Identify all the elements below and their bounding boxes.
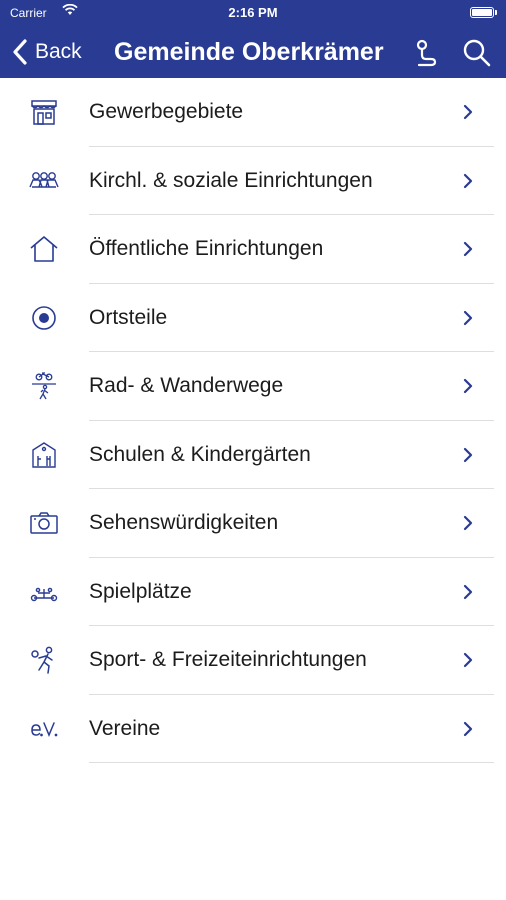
shop-icon: [31, 100, 57, 125]
list-item-sport-freizeiteinrichtungen[interactable]: Sport- & Freizeiteinrichtungen: [0, 626, 506, 695]
chevron-right-icon: [463, 447, 473, 462]
list-item-label: Gewerbegebiete: [89, 100, 244, 123]
battery-icon: [470, 7, 497, 18]
list-item-sehenswuerdigkeiten[interactable]: Sehenswürdigkeiten: [0, 489, 506, 558]
back-label: Back: [35, 40, 82, 63]
ev-icon: [31, 721, 58, 737]
bike-hiker-icon: [32, 372, 56, 400]
chevron-right-icon: [463, 378, 473, 394]
chevron-right-icon: [463, 241, 473, 257]
chevron-right-icon: [463, 721, 473, 736]
target-dot-icon: [32, 305, 56, 330]
list-item-vereine[interactable]: Vereine: [0, 695, 506, 763]
separator: [89, 762, 494, 763]
sports-icon: [31, 646, 53, 674]
chevron-right-icon: [463, 584, 473, 599]
route-button[interactable]: [409, 36, 443, 70]
list-item-ortsteile[interactable]: Ortsteile: [0, 284, 506, 352]
people-group-icon: [29, 171, 59, 188]
list-item-label: Kirchl. & soziale Einrichtungen: [89, 168, 373, 192]
playground-icon: [30, 587, 58, 601]
back-button[interactable]: Back: [10, 37, 82, 67]
chevron-right-icon: [463, 515, 473, 531]
chevron-right-icon: [463, 652, 473, 668]
route-icon: [416, 39, 437, 67]
clock: 2:16 PM: [228, 5, 278, 20]
list-item-kirchliche-soziale-einrichtungen[interactable]: Kirchl. & soziale Einrichtungen: [0, 147, 506, 215]
list-item-label: Öffentliche Einrichtungen: [89, 237, 324, 260]
chevron-left-icon: [13, 39, 27, 65]
page-title: Gemeinde Oberkrämer: [114, 38, 384, 66]
list-item-label: Ortsteile: [89, 305, 168, 329]
list-item-oeffentliche-einrichtungen[interactable]: Öffentliche Einrichtungen: [0, 215, 506, 284]
list-item-label: Sport- & Freizeiteinrichtungen: [89, 648, 367, 671]
chevron-right-icon: [463, 104, 473, 120]
camera-icon: [30, 512, 58, 534]
list-item-label: Sehenswürdigkeiten: [89, 511, 279, 534]
search-icon: [463, 39, 491, 67]
house-icon: [30, 236, 58, 262]
search-button[interactable]: [460, 36, 494, 70]
list-item-rad-wanderwege[interactable]: Rad- & Wanderwege: [0, 352, 506, 421]
navigation-bar: Back Gemeinde Oberkrämer: [0, 26, 506, 78]
list-item-label: Schulen & Kindergärten: [89, 442, 311, 466]
chevron-right-icon: [463, 173, 473, 188]
list-item-label: Rad- & Wanderwege: [89, 374, 284, 397]
list-item-gewerbegebiete[interactable]: Gewerbegebiete: [0, 78, 506, 147]
list-item-label: Vereine: [89, 716, 161, 740]
list-item-label: Spielplätze: [89, 579, 192, 603]
header: Carrier 2:16 PM Back Gemeinde Oberkrämer: [0, 0, 506, 78]
school-icon: [32, 441, 56, 468]
category-list: Gewerbegebiete Kirchl. & soziale Einrich…: [0, 78, 506, 763]
status-bar: Carrier 2:16 PM: [0, 0, 506, 26]
list-item-spielplaetze[interactable]: Spielplätze: [0, 558, 506, 626]
chevron-right-icon: [463, 310, 473, 325]
list-item-schulen-kindergaerten[interactable]: Schulen & Kindergärten: [0, 421, 506, 489]
